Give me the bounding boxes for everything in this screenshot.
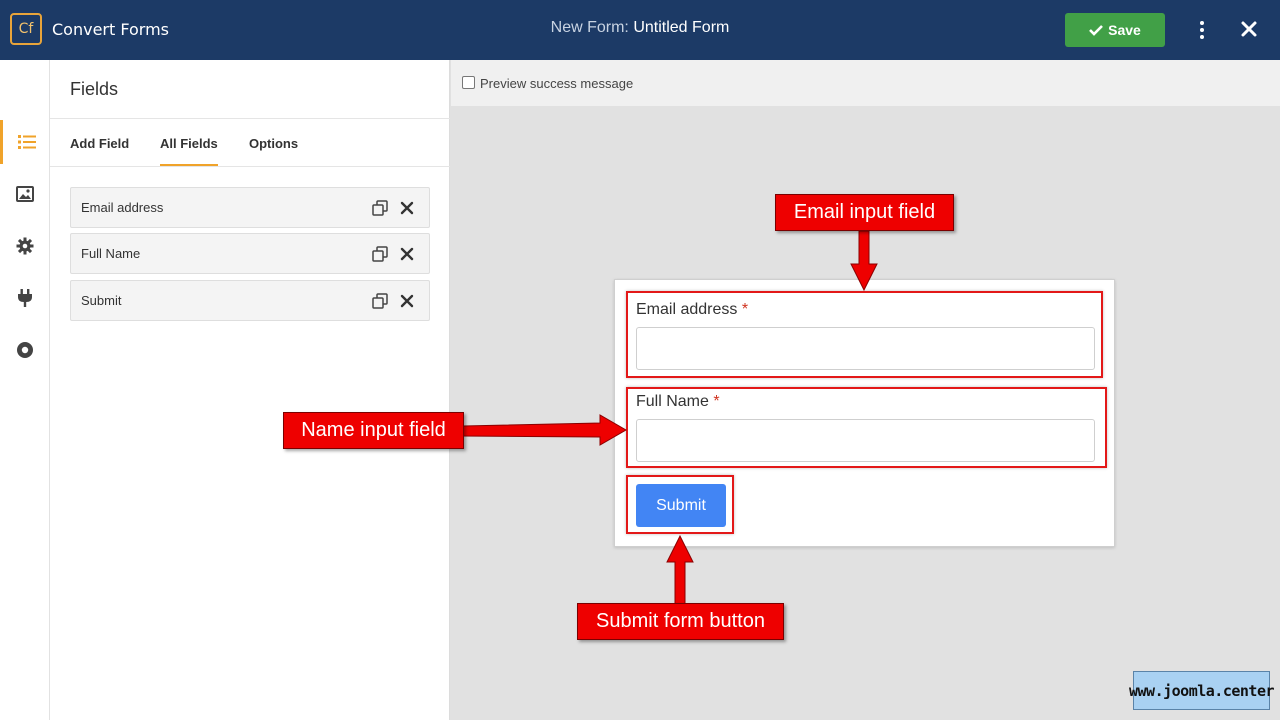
email-callout: Email input field: [775, 194, 954, 231]
name-arrow: [462, 414, 628, 446]
submit-arrow: [666, 534, 694, 606]
name-callout: Name input field: [283, 412, 464, 449]
email-arrow: [850, 230, 878, 292]
submit-callout: Submit form button: [577, 603, 784, 640]
site-watermark: www.joomla.center: [1129, 671, 1275, 710]
